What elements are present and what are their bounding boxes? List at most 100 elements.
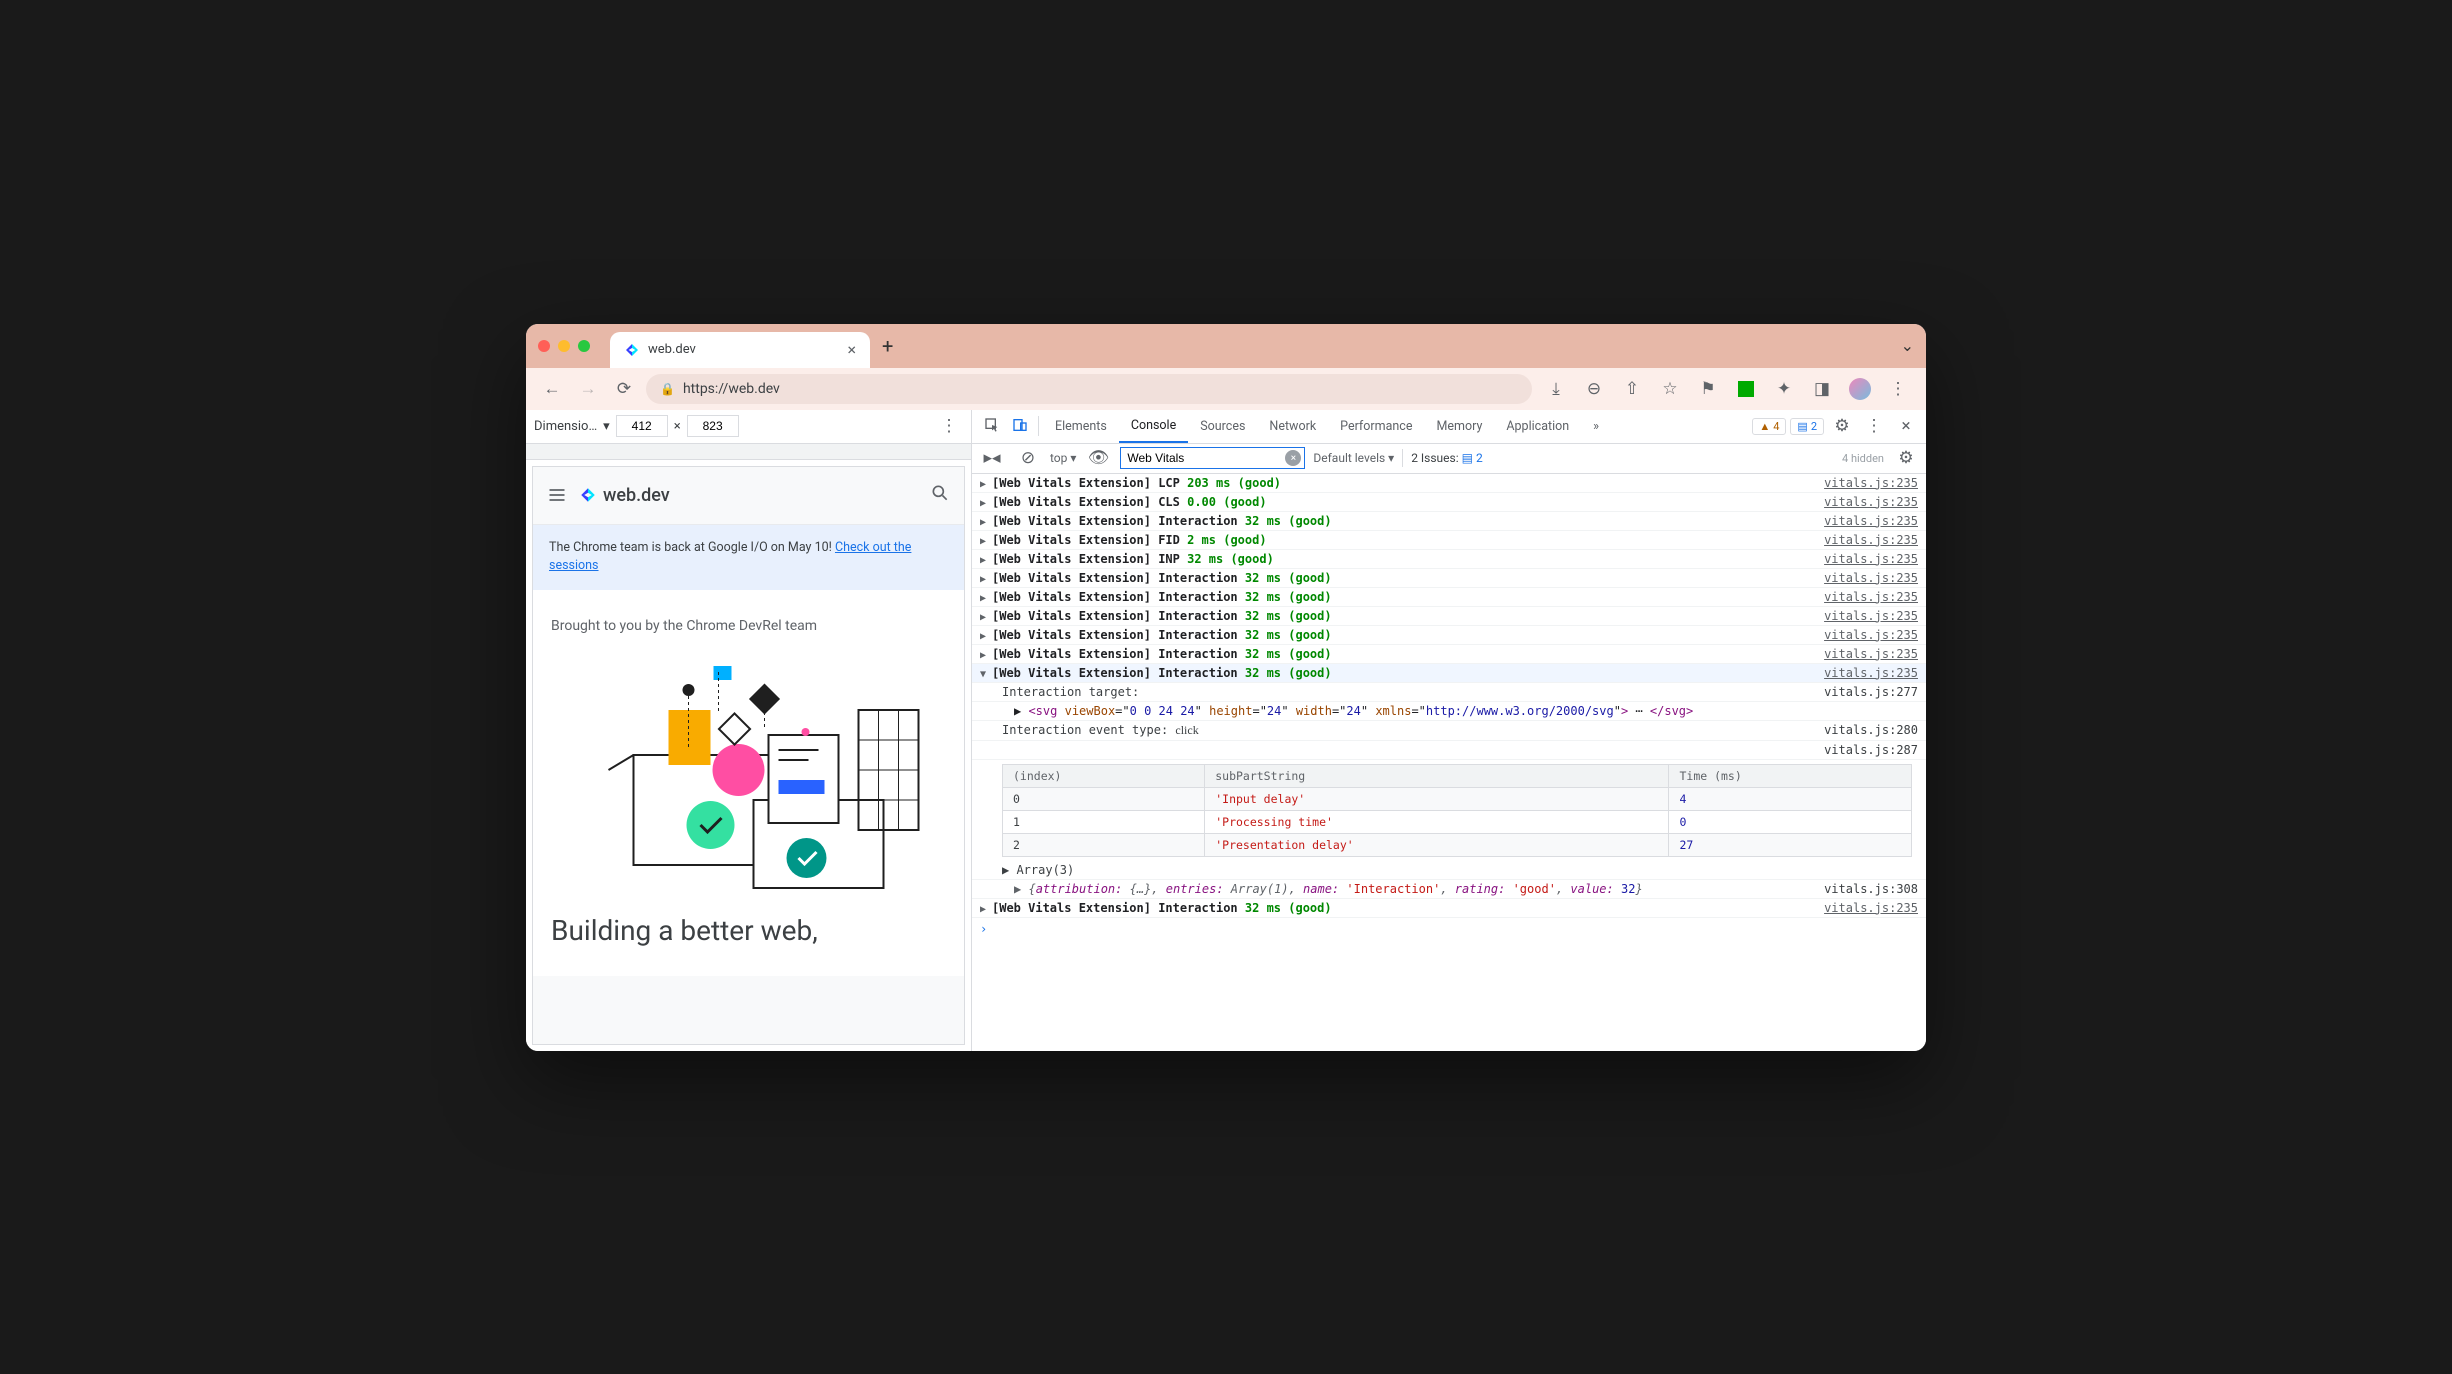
extensions-icon[interactable]: ✦ [1768,375,1800,403]
tabs-dropdown-icon[interactable]: ⌄ [1901,336,1914,355]
console-log-row[interactable]: ▶ [Web Vitals Extension] FID 2 ms (good)… [972,531,1926,550]
tab-console[interactable]: Console [1119,410,1188,443]
menu-icon[interactable]: ⋮ [1882,375,1914,403]
search-icon[interactable] [930,483,950,507]
tab-performance[interactable]: Performance [1328,410,1424,443]
mobile-header: web.dev [533,467,964,525]
console-log-row[interactable]: ▶ [Web Vitals Extension] CLS 0.00 (good)… [972,493,1926,512]
dimensions-dropdown-icon[interactable]: ▾ [603,419,610,434]
maximize-window-button[interactable] [578,340,590,352]
device-toggle-icon[interactable] [1006,417,1034,436]
source-link[interactable]: vitals.js:235 [1824,901,1918,915]
zoom-icon[interactable]: ⊖ [1578,375,1610,403]
tab-memory[interactable]: Memory [1424,410,1494,443]
device-width-input[interactable] [616,415,668,437]
tabs-overflow[interactable]: » [1581,410,1611,443]
console-filter-input[interactable] [1120,447,1305,469]
tab-elements[interactable]: Elements [1043,410,1119,443]
sidepanel-icon[interactable]: ◨ [1806,375,1838,403]
inspect-icon[interactable] [978,417,1006,436]
close-devtools-icon[interactable]: × [1892,412,1920,440]
download-icon[interactable]: ⤓ [1540,375,1572,403]
source-link[interactable]: vitals.js:280 [1824,723,1918,738]
source-link[interactable]: vitals.js:235 [1824,609,1918,623]
table-row: 2'Presentation delay'27 [1003,833,1912,856]
table-source: vitals.js:287 [972,741,1926,760]
hamburger-icon[interactable] [547,485,567,505]
bookmark-icon[interactable]: ☆ [1654,375,1686,403]
tab-network[interactable]: Network [1257,410,1328,443]
message-badge[interactable]: ▤ 2 [1790,418,1824,435]
tab-sources[interactable]: Sources [1188,410,1257,443]
console-log-row[interactable]: ▶ [Web Vitals Extension] Interaction 32 … [972,569,1926,588]
devtools-panel: Elements Console Sources Network Perform… [972,410,1926,1051]
source-link[interactable]: vitals.js:308 [1824,882,1918,896]
warning-badge[interactable]: ▲ 4 [1752,418,1786,435]
console-log-row[interactable]: ▶ [Web Vitals Extension] Interaction 32 … [972,512,1926,531]
avatar-icon[interactable] [1844,375,1876,403]
source-link[interactable]: vitals.js:235 [1824,590,1918,604]
console-log-row[interactable]: ▶ [Web Vitals Extension] Interaction 32 … [972,588,1926,607]
console-settings-icon[interactable]: ⚙ [1892,444,1920,472]
context-selector[interactable]: top ▾ [1050,451,1076,465]
browser-tab[interactable]: web.dev × [610,332,870,368]
dimensions-label[interactable]: Dimensio… [534,419,597,434]
new-tab-button[interactable]: + [882,334,893,358]
devtools-tabstrip: Elements Console Sources Network Perform… [972,410,1926,444]
console-log-row[interactable]: ▶ [Web Vitals Extension] LCP 203 ms (goo… [972,474,1926,493]
source-link[interactable]: vitals.js:235 [1824,571,1918,585]
console-log-row[interactable]: ▶ [Web Vitals Extension] Interaction 32 … [972,645,1926,664]
minimize-window-button[interactable] [558,340,570,352]
source-link[interactable]: vitals.js:235 [1824,495,1918,509]
live-expression-icon[interactable]: 👁 [1084,444,1112,472]
console-log-row[interactable]: ▼ [Web Vitals Extension] Interaction 32 … [972,664,1926,683]
extension-green-icon[interactable] [1730,375,1762,403]
webdev-favicon-icon [624,342,640,358]
issues-label[interactable]: 2 Issues: ▤ 2 [1411,451,1483,465]
console-log-row[interactable]: ▶ [Web Vitals Extension] Interaction 32 … [972,607,1926,626]
url-field[interactable]: 🔒 https://web.dev [646,374,1532,404]
flag-icon[interactable]: ⚑ [1692,375,1724,403]
settings-icon[interactable]: ⚙ [1828,412,1856,440]
share-icon[interactable]: ⇧ [1616,375,1648,403]
source-link[interactable]: vitals.js:235 [1824,533,1918,547]
back-button[interactable]: ← [538,375,566,403]
close-window-button[interactable] [538,340,550,352]
log-levels-selector[interactable]: Default levels ▾ [1313,451,1394,465]
console-log-row[interactable]: ▶ [Web Vitals Extension] Interaction 32 … [972,626,1926,645]
reload-button[interactable]: ⟳ [610,375,638,403]
attribution-object[interactable]: ▶ {attribution: {…}, entries: Array(1), … [972,880,1926,899]
source-link[interactable]: vitals.js:235 [1824,476,1918,490]
clear-console-icon[interactable]: ⊘ [1014,444,1042,472]
forward-button[interactable]: → [574,375,602,403]
tab-application[interactable]: Application [1494,410,1581,443]
source-link[interactable]: vitals.js:277 [1824,685,1918,699]
times-label: × [674,419,681,434]
devtools-menu-icon[interactable]: ⋮ [1860,412,1888,440]
interaction-breakdown-table: (index)subPartStringTime (ms)0'Input del… [1002,764,1912,857]
device-mode-panel: Dimensio… ▾ × ⋮ web.dev The Chr [526,410,972,1051]
source-link[interactable]: vitals.js:235 [1824,666,1918,680]
device-ruler [526,444,971,460]
console-log-row[interactable]: ▶ [Web Vitals Extension] INP 32 ms (good… [972,550,1926,569]
titlebar: web.dev × + ⌄ [526,324,1926,368]
array-summary[interactable]: ▶ Array(3) [972,861,1926,880]
device-height-input[interactable] [687,415,739,437]
source-link[interactable]: vitals.js:235 [1824,552,1918,566]
console-prompt[interactable]: › [972,918,1926,940]
console-log-row[interactable]: ▶ [Web Vitals Extension] Interaction 32 … [972,899,1926,918]
hidden-count: 4 hidden [1842,452,1884,465]
source-link[interactable]: vitals.js:235 [1824,514,1918,528]
device-more-icon[interactable]: ⋮ [935,412,963,440]
webdev-logo[interactable]: web.dev [579,485,670,506]
source-link[interactable]: vitals.js:287 [1824,743,1918,757]
tab-title: web.dev [648,342,696,357]
svg-element[interactable]: ▶ <svg viewBox="0 0 24 24" height="24" w… [972,702,1926,721]
source-link[interactable]: vitals.js:235 [1824,647,1918,661]
console-sidebar-icon[interactable]: ▸◂ [978,444,1006,472]
hero-title: Building a better web, [551,914,946,948]
close-tab-icon[interactable]: × [847,340,856,359]
source-link[interactable]: vitals.js:235 [1824,628,1918,642]
urlbar: ← → ⟳ 🔒 https://web.dev ⤓ ⊖ ⇧ ☆ ⚑ ✦ ◨ ⋮ [526,368,1926,410]
webdev-logo-icon [579,486,597,504]
